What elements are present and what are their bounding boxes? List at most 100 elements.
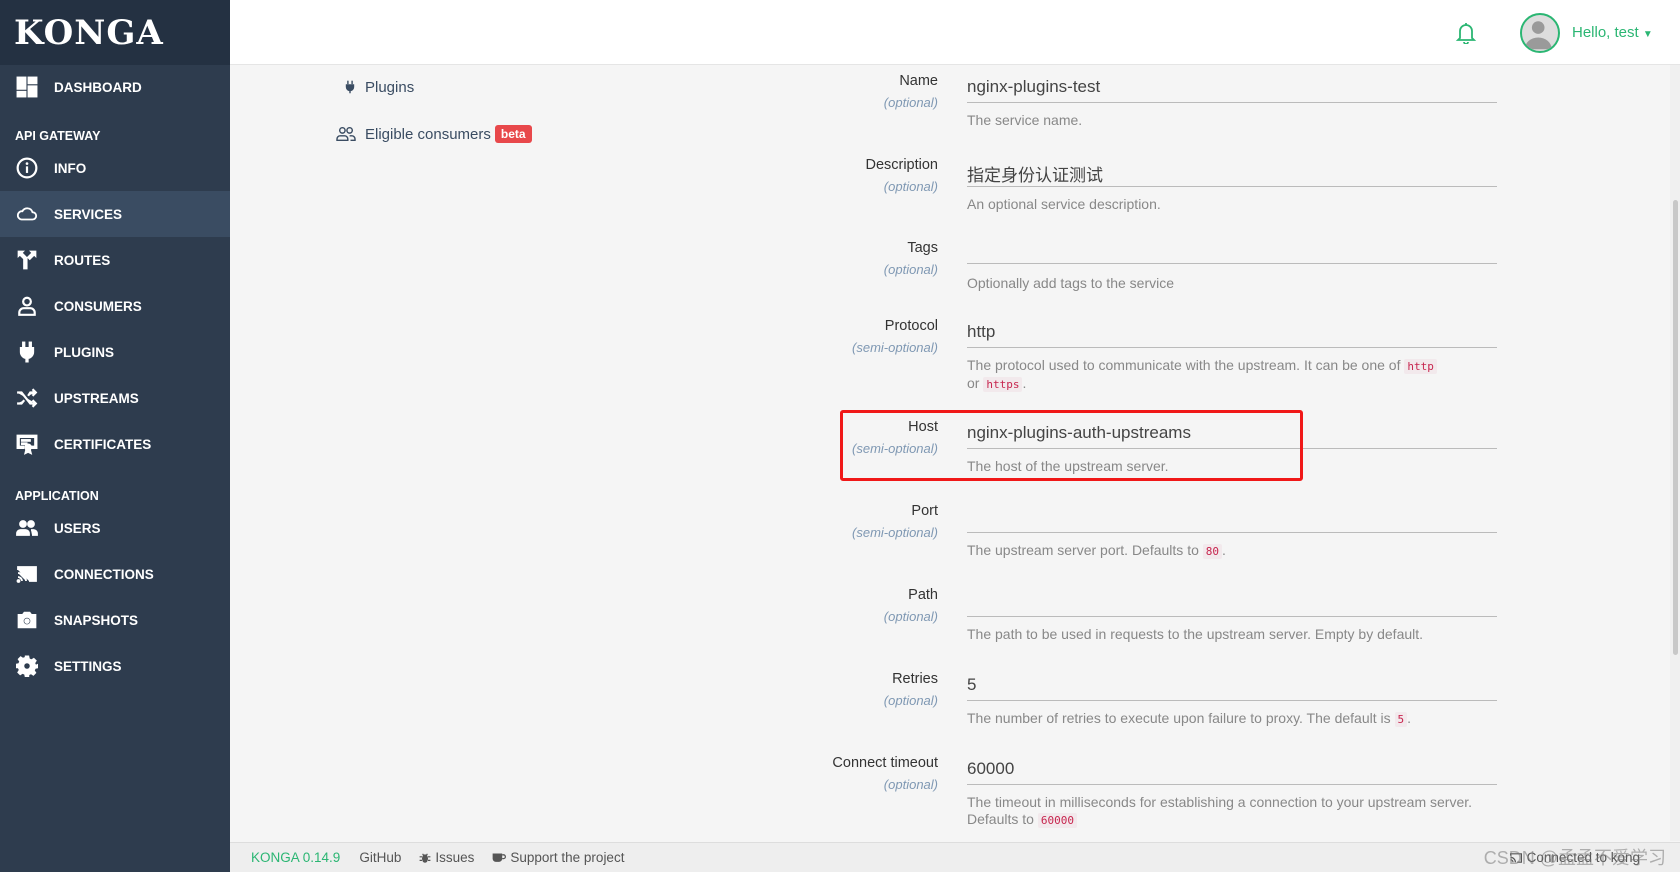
field-help: The path to be used in requests to the u… (967, 626, 1424, 642)
footer-github-link[interactable]: GitHub (359, 850, 401, 865)
code-5: 5 (1394, 712, 1408, 727)
help-text: or (967, 375, 980, 391)
port-input[interactable] (967, 503, 1497, 533)
field-label: Path (908, 587, 938, 603)
help-text: The upstream server port. Defaults to (967, 542, 1199, 558)
field-label: Protocol (884, 318, 938, 334)
sidebar-item-info[interactable]: INFO (0, 145, 230, 191)
field-label: Name (899, 73, 938, 89)
field-optional: (optional) (883, 95, 938, 110)
field-help: The number of retries to execute upon fa… (967, 710, 1497, 728)
field-optional: (optional) (883, 693, 938, 708)
subnav-eligible-label: Eligible consumers (365, 125, 491, 143)
plug-icon (345, 80, 355, 94)
greeting-text: Hello, test (1572, 24, 1639, 41)
sidebar-item-routes[interactable]: ROUTES (0, 237, 230, 283)
sidebar-item-certificates[interactable]: CERTIFICATES (0, 421, 230, 467)
footer-issues-label: Issues (435, 850, 475, 865)
sidebar-item-label: PLUGINS (54, 344, 115, 360)
connect-timeout-input[interactable]: 60000 (967, 755, 1497, 785)
avatar[interactable] (1520, 13, 1560, 53)
field-optional: (optional) (883, 262, 938, 277)
sidebar-item-users[interactable]: USERS (0, 505, 230, 551)
field-help: The timeout in milliseconds for establis… (967, 794, 1497, 829)
sidebar-item-label: CERTIFICATES (54, 436, 152, 452)
subnav-eligible-consumers[interactable]: Eligible consumers beta (335, 122, 532, 146)
code-https: https (983, 377, 1023, 392)
user-icon (16, 295, 38, 317)
sidebar-item-consumers[interactable]: CONSUMERS (0, 283, 230, 329)
bug-icon (419, 852, 431, 863)
sidebar-item-settings[interactable]: SETTINGS (0, 643, 230, 689)
field-label: Description (865, 157, 938, 173)
sidebar-item-connections[interactable]: CONNECTIONS (0, 551, 230, 597)
sidebar-item-plugins[interactable]: PLUGINS (0, 329, 230, 375)
help-text: . (1222, 542, 1226, 558)
field-help: The service name. (967, 112, 1083, 128)
tags-input[interactable] (967, 240, 1497, 264)
sidebar-item-label: ROUTES (54, 252, 111, 268)
bell-icon[interactable] (1455, 22, 1477, 44)
field-help: Optionally add tags to the service (967, 275, 1175, 291)
footer: KONGA 0.14.9 GitHub Issues Support the p… (230, 842, 1680, 872)
brand-text: KONGA (14, 12, 164, 53)
host-highlight-box (840, 410, 1303, 481)
sidebar-item-label: CONNECTIONS (54, 566, 154, 582)
path-input[interactable] (967, 587, 1497, 617)
retries-input[interactable]: 5 (967, 671, 1497, 701)
caret-down-icon: ▼ (1642, 29, 1653, 40)
sidebar-item-label: SERVICES (54, 206, 123, 222)
sidebar-item-label: SETTINGS (54, 658, 122, 674)
brand-logo[interactable]: KONGA (0, 0, 230, 65)
users-icon (336, 126, 356, 142)
field-label: Port (911, 503, 938, 519)
code-80: 80 (1202, 544, 1223, 559)
field-optional: (semi-optional) (852, 340, 938, 355)
user-menu[interactable]: Hello, test ▼ (1572, 24, 1653, 41)
help-text: The number of retries to execute upon fa… (967, 710, 1391, 726)
field-optional: (optional) (883, 179, 938, 194)
field-optional: (optional) (883, 777, 938, 792)
scrollbar-thumb[interactable] (1673, 200, 1678, 655)
field-label: Retries (892, 671, 938, 687)
footer-support-link[interactable]: Support the project (492, 850, 624, 865)
name-input[interactable]: nginx-plugins-test (967, 73, 1497, 103)
sidebar-item-label: INFO (54, 160, 87, 176)
sidebar-item-dashboard[interactable]: DASHBOARD (0, 65, 230, 109)
section-api-gateway: API GATEWAY (15, 129, 101, 143)
info-icon (16, 157, 38, 179)
field-label: Connect timeout (832, 755, 938, 771)
footer-support-label: Support the project (510, 850, 625, 865)
field-help: The protocol used to communicate with th… (967, 357, 1497, 393)
users-icon (16, 517, 38, 539)
protocol-input[interactable]: http (967, 318, 1497, 348)
beta-badge: beta (494, 125, 532, 143)
camera-icon (16, 609, 38, 631)
sidebar-item-snapshots[interactable]: SNAPSHOTS (0, 597, 230, 643)
help-text: . (1407, 710, 1412, 726)
subnav-plugins[interactable]: Plugins (343, 75, 532, 99)
cloud-icon (16, 203, 38, 225)
sidebar-item-label: UPSTREAMS (54, 390, 139, 406)
service-subnav: Plugins Eligible consumers beta (336, 75, 532, 169)
field-optional: (optional) (883, 609, 938, 624)
code-http: http (1404, 359, 1437, 374)
section-application: APPLICATION (15, 489, 99, 503)
field-label: Tags (907, 240, 938, 256)
gear-icon (16, 655, 38, 677)
plug-icon (16, 341, 38, 363)
sidebar-item-upstreams[interactable]: UPSTREAMS (0, 375, 230, 421)
subnav-plugins-label: Plugins (365, 78, 415, 96)
sidebar: KONGA DASHBOARD API GATEWAY INFO SERVICE… (0, 0, 230, 872)
sidebar-item-label: USERS (54, 520, 101, 536)
field-help: An optional service description. (967, 196, 1161, 212)
footer-github-label: GitHub (359, 850, 402, 865)
sidebar-item-label: CONSUMERS (54, 298, 142, 314)
help-text: . (1022, 375, 1027, 391)
sidebar-item-services[interactable]: SERVICES (0, 191, 230, 237)
footer-issues-link[interactable]: Issues (419, 850, 474, 865)
sidebar-item-label: DASHBOARD (54, 79, 142, 95)
field-optional: (semi-optional) (852, 525, 938, 540)
sidebar-item-label: SNAPSHOTS (54, 612, 139, 628)
description-input[interactable]: 指定身份认证测试 (967, 157, 1497, 187)
